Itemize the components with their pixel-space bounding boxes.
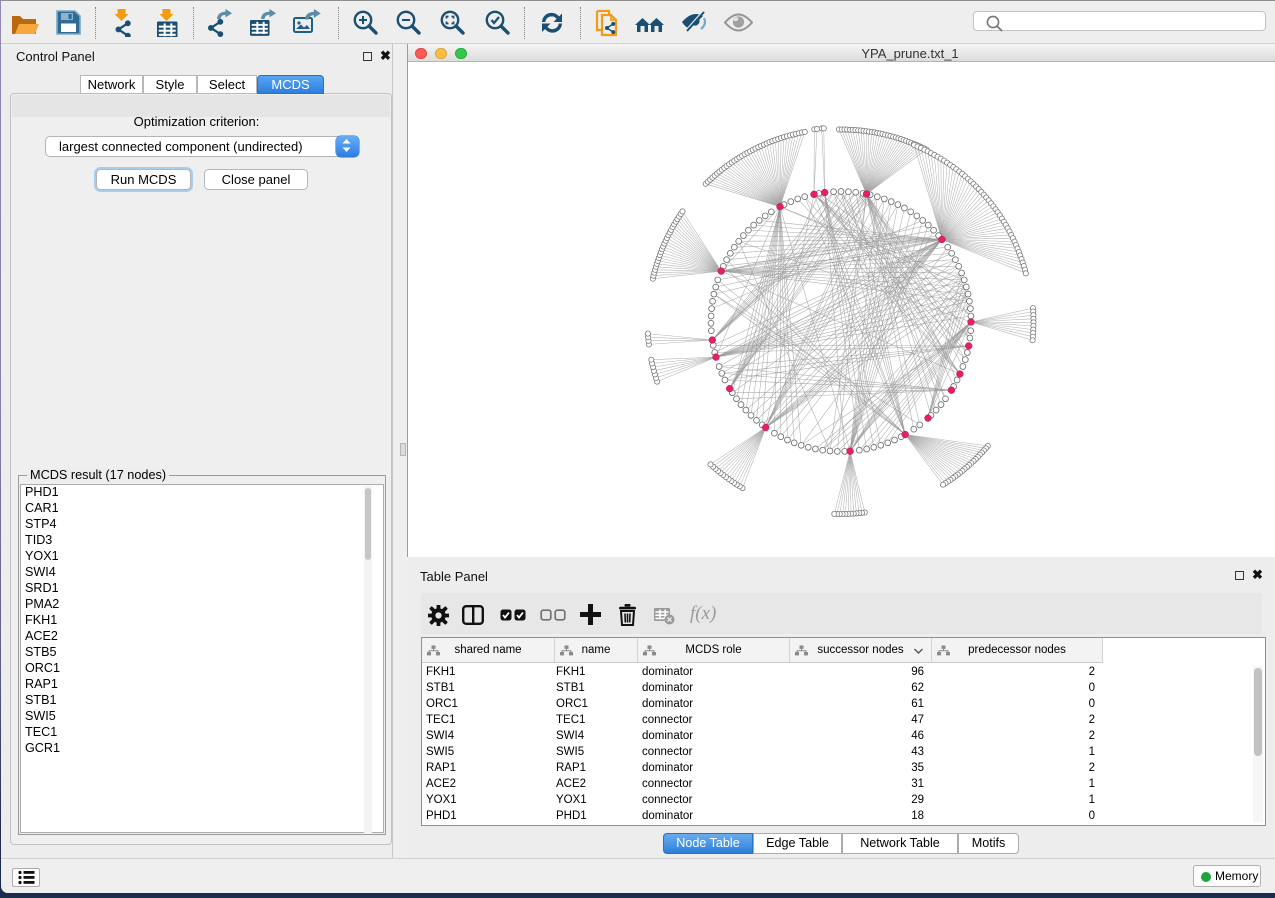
svg-text:f(x): f(x)	[690, 603, 716, 624]
